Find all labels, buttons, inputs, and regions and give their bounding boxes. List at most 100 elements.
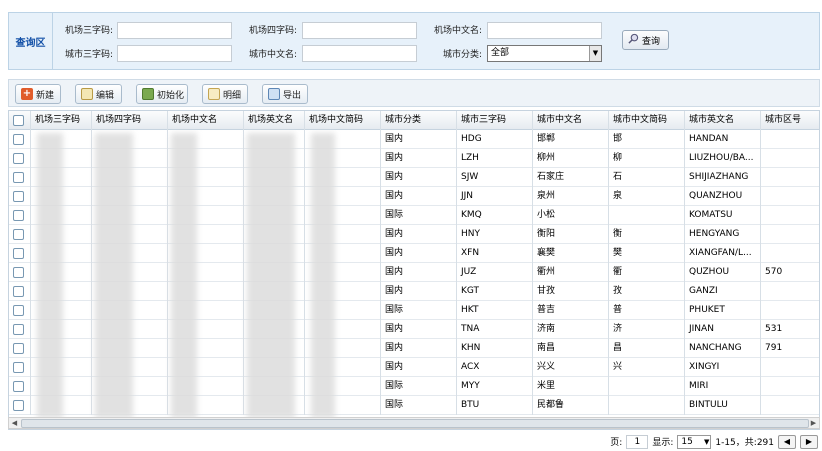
col-city-cn-abbr-cell: 衡 bbox=[609, 225, 685, 244]
row-checkbox[interactable] bbox=[13, 191, 24, 202]
col-city-cn-name-cell: 济南 bbox=[533, 320, 609, 339]
next-page-button[interactable]: ▶ bbox=[800, 434, 818, 449]
row-checkbox[interactable] bbox=[13, 305, 24, 316]
city-category-label: 城市分类: bbox=[443, 50, 483, 60]
col-city-cn-name-cell: 普吉 bbox=[533, 301, 609, 320]
col-city-cn-name-cell: 甘孜 bbox=[533, 282, 609, 301]
col-city-en-name-cell: NANCHANG bbox=[685, 339, 761, 358]
row-checkbox[interactable] bbox=[13, 286, 24, 297]
row-checkbox[interactable] bbox=[13, 153, 24, 164]
col-city-cn-abbr-cell: 孜 bbox=[609, 282, 685, 301]
col-city-cn-name-cell: 邯郸 bbox=[533, 130, 609, 149]
col-city-code3-header[interactable]: 城市三字码 bbox=[457, 111, 533, 130]
row-checkbox[interactable] bbox=[13, 229, 24, 240]
col-city-category-header[interactable]: 城市分类 bbox=[381, 111, 457, 130]
prev-page-button[interactable]: ◀ bbox=[778, 434, 796, 449]
horizontal-scrollbar[interactable]: ◀ ▶ bbox=[8, 417, 820, 429]
scrollbar-thumb[interactable] bbox=[21, 419, 809, 428]
row-checkbox[interactable] bbox=[13, 381, 24, 392]
range-text: 1-15，共:291 bbox=[715, 438, 774, 448]
row-checkbox[interactable] bbox=[13, 267, 24, 278]
row-select-cell bbox=[9, 320, 31, 339]
edit-button[interactable]: 编辑 bbox=[75, 84, 122, 104]
col-city-code3-cell: LZH bbox=[457, 149, 533, 168]
col-city-category-cell: 国内 bbox=[381, 187, 457, 206]
query-panel-title: 查询区 bbox=[9, 13, 53, 69]
col-city-cn-abbr-header[interactable]: 城市中文简码 bbox=[609, 111, 685, 130]
col-city-category-cell: 国内 bbox=[381, 149, 457, 168]
col-airport-cn-name-header[interactable]: 机场中文名 bbox=[168, 111, 244, 130]
row-checkbox[interactable] bbox=[13, 400, 24, 411]
col-city-cn-abbr-cell bbox=[609, 396, 685, 415]
city-cn-name-label: 城市中文名: bbox=[249, 50, 298, 60]
col-airport-code4-header[interactable]: 机场四字码 bbox=[92, 111, 168, 130]
col-city-cn-name-header[interactable]: 城市中文名 bbox=[533, 111, 609, 130]
page-size-select[interactable]: 15 ▼ bbox=[677, 434, 712, 449]
scroll-right-icon[interactable]: ▶ bbox=[808, 418, 819, 428]
search-button[interactable]: 查询 bbox=[622, 30, 669, 50]
col-city-category-cell: 国内 bbox=[381, 244, 457, 263]
row-checkbox[interactable] bbox=[13, 248, 24, 259]
col-city-cn-abbr-cell bbox=[609, 206, 685, 225]
col-city-cn-abbr-cell: 泉 bbox=[609, 187, 685, 206]
col-city-cn-name-cell: 石家庄 bbox=[533, 168, 609, 187]
col-city-category-cell: 国内 bbox=[381, 130, 457, 149]
airport-code3-label: 机场三字码: bbox=[65, 26, 114, 36]
col-airport-en-name-header[interactable]: 机场英文名 bbox=[244, 111, 305, 130]
toolbar: + 新建 编辑 初始化 明细 导出 bbox=[8, 79, 820, 107]
col-city-cn-abbr-cell: 柳 bbox=[609, 149, 685, 168]
row-checkbox[interactable] bbox=[13, 343, 24, 354]
col-city-area-code-cell bbox=[761, 168, 819, 187]
row-checkbox[interactable] bbox=[13, 362, 24, 373]
col-city-en-name-cell: MIRI bbox=[685, 377, 761, 396]
col-city-cn-name-cell: 衡阳 bbox=[533, 225, 609, 244]
scroll-left-icon[interactable]: ◀ bbox=[9, 418, 20, 428]
airport-cn-name-label: 机场中文名: bbox=[434, 26, 483, 36]
col-city-cn-name-cell: 小松 bbox=[533, 206, 609, 225]
page-input[interactable]: 1 bbox=[626, 434, 649, 449]
col-city-area-code-cell bbox=[761, 358, 819, 377]
export-button-label: 导出 bbox=[283, 90, 302, 101]
airport-code3-input[interactable] bbox=[117, 22, 232, 39]
col-city-en-name-cell: XIANGFAN/L... bbox=[685, 244, 761, 263]
col-city-en-name-cell: BINTULU bbox=[685, 396, 761, 415]
search-button-label: 查询 bbox=[642, 36, 661, 47]
city-code3-input[interactable] bbox=[117, 45, 232, 62]
airport-cn-name-input[interactable] bbox=[487, 22, 602, 39]
row-checkbox[interactable] bbox=[13, 172, 24, 183]
col-city-area-code-cell bbox=[761, 377, 819, 396]
col-city-code3-cell: HNY bbox=[457, 225, 533, 244]
col-city-en-name-cell: PHUKET bbox=[685, 301, 761, 320]
chevron-down-icon: ▼ bbox=[589, 46, 601, 61]
airport-code4-input[interactable] bbox=[302, 22, 417, 39]
city-category-value: 全部 bbox=[491, 48, 510, 58]
row-select-cell bbox=[9, 396, 31, 415]
pager: 页: 1 显示: 15 ▼ 1-15，共:291 ◀ ▶ bbox=[8, 432, 820, 451]
col-city-area-code-header[interactable]: 城市区号 bbox=[761, 111, 819, 130]
city-cn-name-input[interactable] bbox=[302, 45, 417, 62]
city-category-select[interactable]: 全部 ▼ bbox=[487, 45, 602, 62]
col-city-code3-cell: JJN bbox=[457, 187, 533, 206]
redacted-block bbox=[37, 133, 63, 418]
redacted-block bbox=[171, 133, 197, 418]
col-city-area-code-cell: 791 bbox=[761, 339, 819, 358]
col-city-category-cell: 国际 bbox=[381, 396, 457, 415]
col-city-en-name-cell: KOMATSU bbox=[685, 206, 761, 225]
export-button[interactable]: 导出 bbox=[262, 84, 308, 104]
col-airport-cn-abbr-header[interactable]: 机场中文简码 bbox=[305, 111, 381, 130]
row-checkbox[interactable] bbox=[13, 134, 24, 145]
col-city-cn-abbr-cell: 兴 bbox=[609, 358, 685, 377]
row-checkbox[interactable] bbox=[13, 324, 24, 335]
col-city-category-cell: 国内 bbox=[381, 263, 457, 282]
select-all-cell bbox=[9, 111, 31, 130]
col-airport-code3-header[interactable]: 机场三字码 bbox=[31, 111, 92, 130]
col-city-category-cell: 国内 bbox=[381, 320, 457, 339]
col-city-cn-name-cell: 泉州 bbox=[533, 187, 609, 206]
col-city-en-name-header[interactable]: 城市英文名 bbox=[685, 111, 761, 130]
init-button[interactable]: 初始化 bbox=[136, 84, 188, 104]
detail-button[interactable]: 明细 bbox=[202, 84, 248, 104]
col-city-cn-name-cell: 兴义 bbox=[533, 358, 609, 377]
row-checkbox[interactable] bbox=[13, 210, 24, 221]
new-button[interactable]: + 新建 bbox=[15, 84, 61, 104]
select-all-checkbox[interactable] bbox=[13, 115, 24, 126]
